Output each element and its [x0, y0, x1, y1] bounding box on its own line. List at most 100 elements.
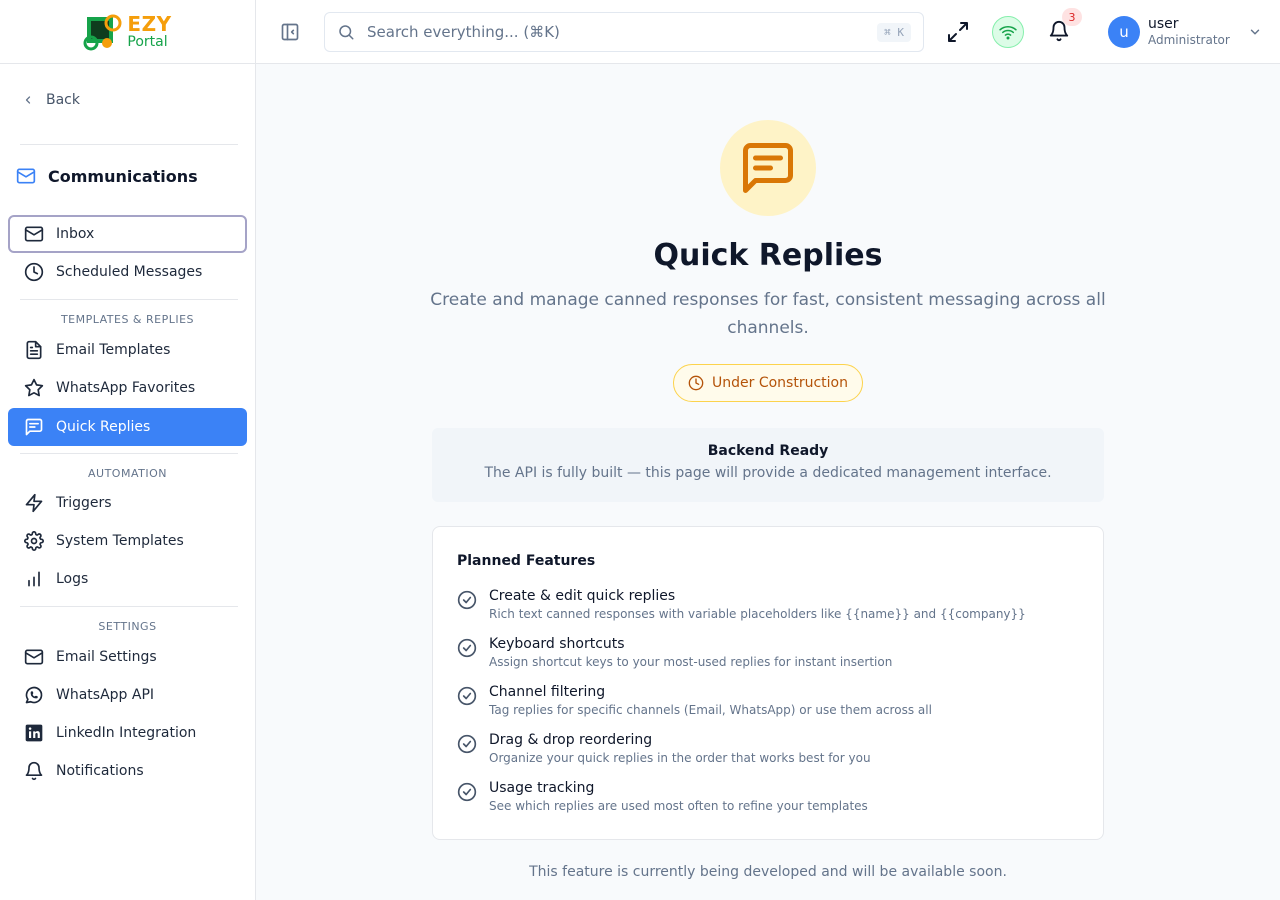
sidebar-item-label: System Templates: [56, 533, 184, 549]
wifi-icon: [999, 26, 1017, 40]
back-label: Back: [46, 92, 80, 108]
check-circle-icon: [457, 734, 477, 754]
check-circle-icon: [457, 686, 477, 706]
status-badge: Under Construction: [673, 364, 863, 402]
sidebar-item-inbox[interactable]: Inbox: [8, 215, 247, 253]
connection-status-button[interactable]: [992, 16, 1024, 48]
message-square-icon: [25, 418, 43, 436]
sidebar-item-label: Quick Replies: [56, 419, 151, 435]
page-subtitle: Create and manage canned responses for f…: [430, 290, 1106, 338]
sidebar-item-scheduled-messages[interactable]: Scheduled Messages: [8, 253, 247, 291]
backend-ready-description: The API is fully built — this page will …: [484, 465, 1052, 481]
feature-item: Drag & drop reordering Organize your qui…: [457, 731, 1077, 766]
sidebar-item-label: Inbox: [56, 226, 95, 242]
check-circle-icon: [457, 782, 477, 802]
divider: [20, 453, 238, 454]
logo-name-top: EZY: [127, 12, 172, 36]
feature-item: Channel filtering Tag replies for specif…: [457, 683, 1077, 718]
panel-left-icon: [281, 23, 299, 41]
sidebar-item-quick-replies[interactable]: Quick Replies: [8, 408, 247, 446]
backend-ready-box: Backend Ready The API is fully built — t…: [432, 428, 1104, 502]
sidebar-item-notifications[interactable]: Notifications: [8, 752, 247, 790]
planned-features-title: Planned Features: [457, 553, 596, 569]
feature-item: Usage tracking See which replies are use…: [457, 779, 1077, 814]
feature-name: Channel filtering: [489, 684, 606, 700]
sidebar-item-label: Email Settings: [56, 649, 157, 665]
chevron-down-icon: [1250, 29, 1260, 35]
sidebar: EZY Portal Back Communications Inbox Sch…: [0, 0, 256, 900]
maximize-icon: [948, 22, 968, 42]
mail-icon: [24, 649, 44, 665]
backend-ready-title: Backend Ready: [707, 443, 829, 459]
user-menu[interactable]: u user Administrator: [1108, 16, 1262, 48]
sidebar-item-email-settings[interactable]: Email Settings: [8, 638, 247, 676]
search-input[interactable]: Search everything... (⌘K): [367, 23, 865, 41]
sidebar-item-label: Notifications: [56, 763, 144, 779]
group-label-templates: TEMPLATES & REPLIES: [60, 313, 195, 326]
sidebar-item-label: Triggers: [56, 495, 112, 511]
feature-item: Keyboard shortcuts Assign shortcut keys …: [457, 635, 1077, 670]
divider: [20, 299, 238, 300]
avatar: u: [1108, 16, 1140, 48]
message-square-icon: [743, 143, 793, 193]
check-circle-icon: [457, 590, 477, 610]
feature-item: Create & edit quick replies Rich text ca…: [457, 587, 1077, 622]
sidebar-item-email-templates[interactable]: Email Templates: [8, 331, 247, 369]
main-content: Quick Replies Create and manage canned r…: [256, 64, 1280, 900]
group-label-automation: AUTOMATION: [88, 467, 167, 480]
sidebar-item-linkedin-integration[interactable]: LinkedIn Integration: [8, 714, 247, 752]
file-text-icon: [26, 340, 42, 360]
sidebar-item-label: Logs: [56, 571, 89, 587]
bell-icon: [25, 761, 43, 781]
group-label-settings: SETTINGS: [98, 620, 157, 633]
clock-icon: [688, 375, 704, 391]
chevron-left-icon: [25, 96, 31, 104]
linkedin-icon: [25, 724, 43, 742]
zap-icon: [25, 493, 43, 513]
sidebar-item-label: Scheduled Messages: [56, 264, 203, 280]
planned-features-card: Planned Features Create & edit quick rep…: [432, 526, 1104, 840]
user-name: user: [1148, 16, 1179, 33]
check-circle-icon: [457, 638, 477, 658]
logo-area: EZY Portal: [0, 0, 255, 64]
feature-description: Organize your quick replies in the order…: [489, 751, 871, 765]
sidebar-item-whatsapp-favorites[interactable]: WhatsApp Favorites: [8, 369, 247, 407]
notification-count-badge: 3: [1062, 8, 1082, 26]
logo-name-bottom: Portal: [127, 34, 168, 50]
feature-description: Rich text canned responses with variable…: [489, 607, 1026, 621]
footer-note: This feature is currently being develope…: [529, 864, 1007, 880]
search-shortcut: ⌘ K: [877, 22, 911, 42]
section-title-label: Communications: [48, 166, 198, 186]
feature-name: Create & edit quick replies: [489, 588, 676, 604]
star-icon: [24, 378, 44, 397]
sidebar-item-logs[interactable]: Logs: [8, 560, 247, 598]
feature-name: Keyboard shortcuts: [489, 636, 625, 652]
status-label: Under Construction: [712, 375, 848, 391]
feature-name: Drag & drop reordering: [489, 732, 653, 748]
feature-description: Tag replies for specific channels (Email…: [489, 703, 932, 717]
logo-mark-icon: [83, 14, 122, 50]
sidebar-item-label: WhatsApp Favorites: [56, 380, 196, 396]
search-bar[interactable]: Search everything... (⌘K) ⌘ K: [324, 12, 924, 52]
hero-icon-circle: [720, 120, 816, 216]
fullscreen-button[interactable]: [946, 20, 970, 48]
page-title: Quick Replies: [653, 238, 883, 273]
sidebar-toggle-button[interactable]: [280, 22, 300, 46]
sidebar-item-whatsapp-api[interactable]: WhatsApp API: [8, 676, 247, 714]
sidebar-item-system-templates[interactable]: System Templates: [8, 522, 247, 560]
sidebar-item-triggers[interactable]: Triggers: [8, 484, 247, 522]
divider: [20, 144, 238, 145]
back-link[interactable]: Back: [22, 92, 80, 108]
feature-description: See which replies are used most often to…: [489, 799, 868, 813]
feature-name: Usage tracking: [489, 780, 595, 796]
brand-logo[interactable]: EZY Portal: [83, 13, 171, 51]
whatsapp-icon: [25, 686, 43, 704]
sidebar-item-label: LinkedIn Integration: [56, 725, 197, 741]
top-bar: Search everything... (⌘K) ⌘ K 3 u user A…: [256, 0, 1280, 64]
feature-description: Assign shortcut keys to your most-used r…: [489, 655, 893, 669]
gear-icon: [24, 531, 44, 551]
section-title: Communications: [16, 166, 198, 186]
mail-icon: [24, 226, 44, 242]
search-icon: [339, 25, 354, 40]
sidebar-item-label: Email Templates: [56, 342, 171, 358]
